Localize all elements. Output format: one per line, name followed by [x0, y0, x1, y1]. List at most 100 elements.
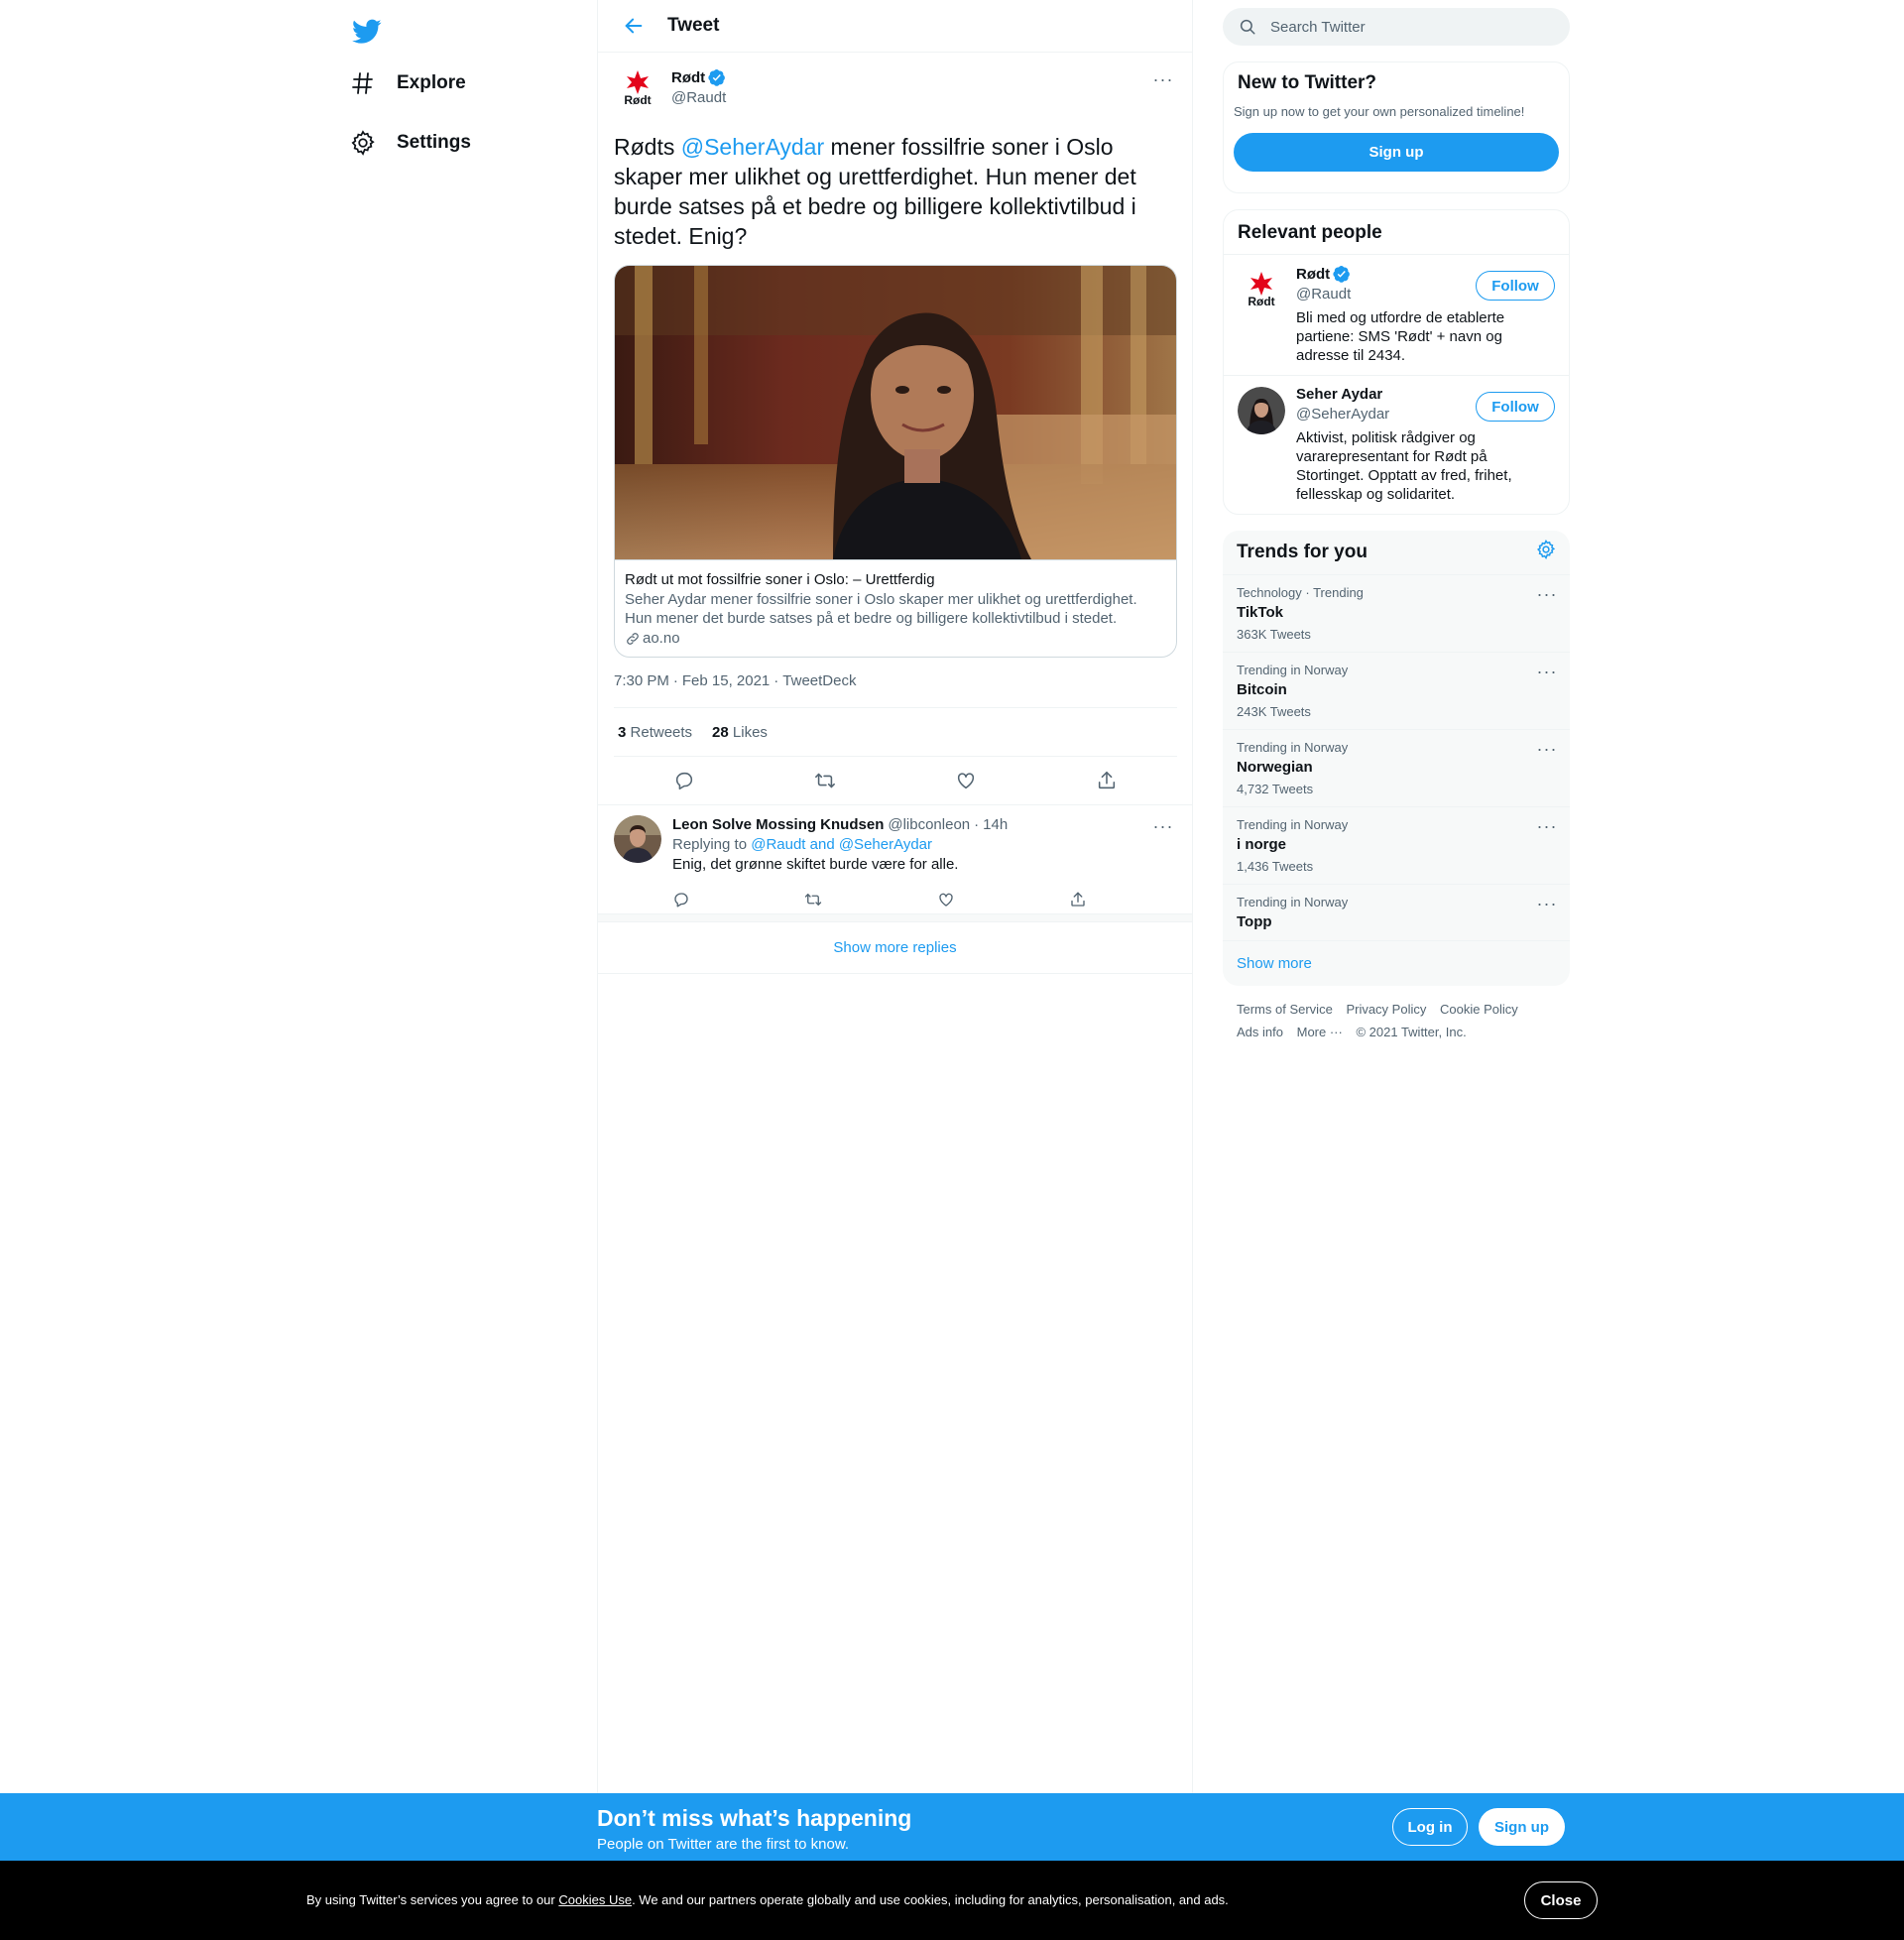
trends-header: Trends for you — [1223, 531, 1570, 575]
more-options-icon[interactable]: ··· — [1532, 889, 1562, 918]
more-options-icon[interactable]: ··· — [1532, 734, 1562, 764]
avatar[interactable] — [1238, 387, 1285, 434]
more-options-icon[interactable]: ··· — [1148, 64, 1178, 94]
tweet-source[interactable]: TweetDeck — [782, 672, 856, 689]
trend-item[interactable]: Trending in Norway i norge 1,436 Tweets … — [1223, 807, 1570, 885]
share-button[interactable] — [1063, 885, 1093, 914]
link-card[interactable]: Rødt ut mot fossilfrie soner i Oslo: – U… — [614, 265, 1177, 658]
gear-icon[interactable] — [1536, 540, 1556, 565]
footer-link[interactable]: Terms of Service — [1237, 1002, 1333, 1017]
reply-icon — [675, 772, 693, 790]
show-more-replies-button[interactable]: Show more replies — [598, 922, 1192, 974]
person-card[interactable]: Rødt Rødt @Raudt Bli med og utfordre de … — [1224, 255, 1569, 376]
tweet-text: Rødts @SeherAydar mener fossilfrie soner… — [614, 132, 1179, 251]
replying-to-link[interactable]: @Raudt and @SeherAydar — [751, 836, 932, 853]
like-button[interactable] — [948, 763, 984, 798]
trend-name: i norge — [1237, 836, 1287, 853]
trend-item[interactable]: Trending in Norway Bitcoin 243K Tweets ·… — [1223, 653, 1570, 730]
divider — [598, 914, 1192, 922]
nav-item-explore[interactable]: Explore — [337, 58, 478, 109]
main-column: Tweet Rødt Rødt @Raudt ··· Rødts @SeherA… — [597, 0, 1193, 1793]
link-icon — [627, 632, 639, 645]
tweet-stats: 3 Retweets 28 Likes — [614, 707, 1177, 757]
footer-link[interactable]: Cookie Policy — [1440, 1002, 1518, 1017]
trend-item[interactable]: Trending in Norway Norwegian 4,732 Tweet… — [1223, 730, 1570, 807]
more-options-icon[interactable]: ··· — [1532, 579, 1562, 609]
copyright: © 2021 Twitter, Inc. — [1356, 1025, 1467, 1039]
trend-category: Trending in Norway — [1237, 895, 1349, 909]
signup-panel-title: New to Twitter? — [1238, 72, 1377, 93]
login-button[interactable]: Log in — [1392, 1808, 1468, 1846]
trend-item[interactable]: Technology · Trending TikTok 363K Tweets… — [1223, 575, 1570, 653]
footer-link[interactable]: Ads info — [1237, 1025, 1283, 1039]
tweet-header: Rødt Rødt @Raudt — [614, 64, 1176, 120]
author-handle[interactable]: @Raudt — [671, 89, 726, 106]
nav-item-settings[interactable]: Settings — [337, 117, 483, 169]
reply-icon — [674, 893, 688, 908]
signup-panel-subtitle: Sign up now to get your own personalized… — [1234, 104, 1525, 119]
trends-title: Trends for you — [1237, 542, 1368, 562]
trend-item[interactable]: Trending in Norway Topp ··· — [1223, 885, 1570, 941]
gear-icon — [349, 129, 377, 157]
cookies-use-link[interactable]: Cookies Use — [558, 1892, 632, 1907]
svg-text:Rødt: Rødt — [624, 93, 651, 107]
trend-category: Trending in Norway — [1237, 817, 1349, 832]
retweet-button[interactable] — [798, 885, 828, 914]
retweet-button[interactable] — [807, 763, 843, 798]
footer-link[interactable]: More ··· — [1297, 1025, 1343, 1039]
share-button[interactable] — [1089, 763, 1125, 798]
follow-button[interactable]: Follow — [1476, 271, 1555, 301]
heart-icon — [957, 773, 975, 789]
reply-button[interactable] — [666, 885, 696, 914]
reply-tweet[interactable]: Leon Solve Mossing Knudsen @libconleon ·… — [598, 804, 1192, 914]
page-header: Tweet — [598, 0, 1192, 53]
retweets-stat[interactable]: 3 Retweets — [618, 724, 692, 741]
trend-category: Trending in Norway — [1237, 663, 1349, 677]
trend-name: Bitcoin — [1237, 681, 1287, 698]
relevant-people-title: Relevant people — [1224, 210, 1569, 255]
show-more-trends-link[interactable]: Show more — [1223, 941, 1570, 986]
arrow-left-icon — [625, 18, 643, 34]
likes-stat[interactable]: 28 Likes — [712, 724, 768, 741]
nav-item-label: Settings — [397, 132, 471, 153]
footer-links: Terms of Service Privacy Policy Cookie P… — [1223, 986, 1570, 1055]
author-name-row[interactable]: Rødt — [671, 68, 726, 86]
reply-author-handle[interactable]: @libconleon — [888, 815, 970, 835]
mention-link[interactable]: @SeherAydar — [681, 134, 824, 160]
login-banner: Don’t miss what’s happening People on Tw… — [0, 1793, 1904, 1861]
search-box[interactable] — [1223, 8, 1570, 46]
avatar[interactable]: Rødt — [614, 64, 661, 112]
card-title: Rødt ut mot fossilfrie soner i Oslo: – U… — [625, 571, 935, 588]
retweet-icon — [815, 773, 835, 788]
more-options-icon[interactable]: ··· — [1532, 811, 1562, 841]
more-options-icon[interactable]: ··· — [1532, 657, 1562, 686]
tweet-time[interactable]: 7:30 PM — [614, 672, 669, 689]
signup-button[interactable]: Sign up — [1234, 133, 1559, 172]
more-options-icon[interactable]: ··· — [1148, 811, 1178, 841]
twitter-bird-icon[interactable] — [345, 10, 389, 54]
nav-item-label: Explore — [397, 72, 466, 93]
search-input[interactable] — [1270, 18, 1548, 36]
reply-time[interactable]: 14h — [983, 815, 1008, 835]
avatar[interactable]: Rødt — [1238, 266, 1285, 313]
retweets-count: 3 — [618, 723, 627, 741]
replying-to-prefix: Replying to — [672, 836, 752, 853]
tweet-date[interactable]: Feb 15, 2021 — [682, 672, 770, 689]
reply-button[interactable] — [666, 763, 702, 798]
footer-link[interactable]: Privacy Policy — [1346, 1002, 1426, 1017]
close-button[interactable]: Close — [1524, 1881, 1598, 1919]
avatar[interactable] — [614, 815, 661, 863]
person-card[interactable]: Seher Aydar @SeherAydar Aktivist, politi… — [1224, 376, 1569, 514]
tweet-text-part: Rødts — [614, 134, 681, 160]
cookie-text-part: . We and our partners operate globally a… — [632, 1892, 1229, 1907]
person-bio: Bli med og utfordre de etablerte partien… — [1296, 309, 1505, 364]
back-button[interactable] — [606, 0, 661, 53]
signup-button[interactable]: Sign up — [1479, 1808, 1565, 1846]
svg-text:Rødt: Rødt — [1248, 295, 1274, 308]
trend-name: Norwegian — [1237, 759, 1313, 776]
reply-author-name[interactable]: Leon Solve Mossing Knudsen — [672, 815, 884, 835]
likes-count: 28 — [712, 723, 729, 741]
like-button[interactable] — [931, 885, 961, 914]
follow-button[interactable]: Follow — [1476, 392, 1555, 422]
trend-name: Topp — [1237, 913, 1272, 930]
